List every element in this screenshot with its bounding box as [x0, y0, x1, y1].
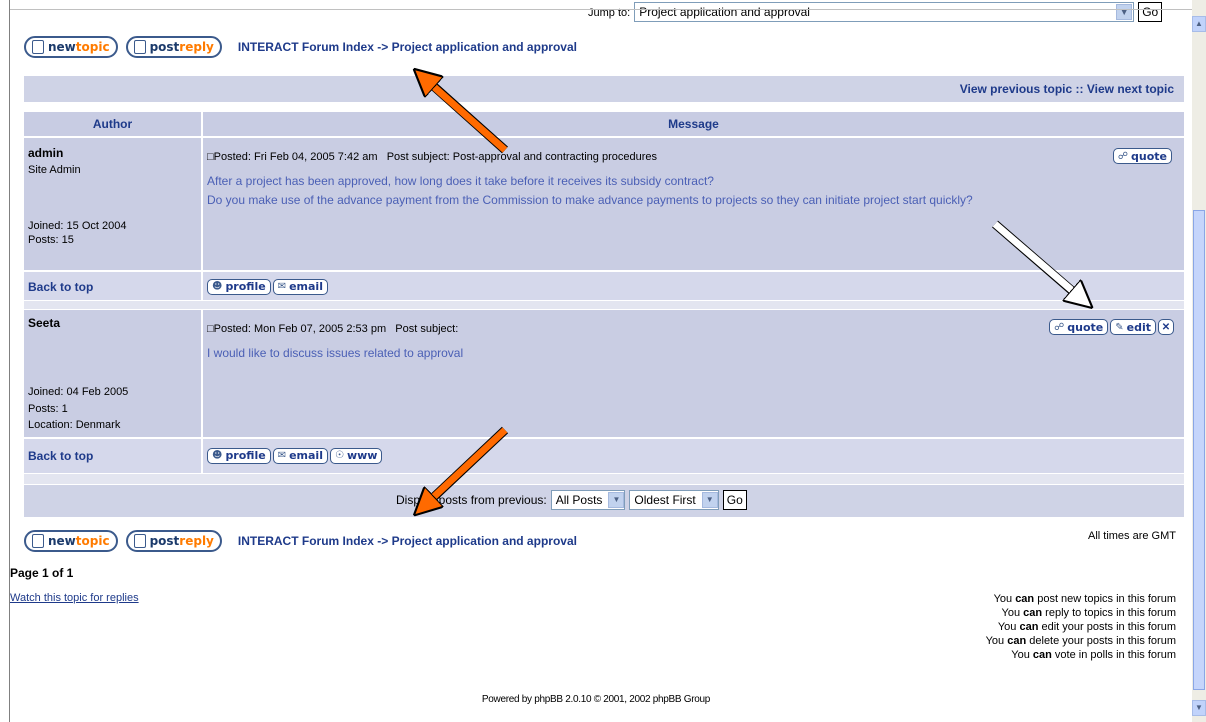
vertical-scrollbar[interactable]: ▲ ▼ [1192, 0, 1206, 722]
scroll-thumb[interactable] [1193, 210, 1205, 690]
annotation-arrows [0, 0, 1192, 722]
scroll-up-arrow-icon[interactable]: ▲ [1192, 16, 1206, 32]
scroll-down-arrow-icon[interactable]: ▼ [1192, 700, 1206, 716]
